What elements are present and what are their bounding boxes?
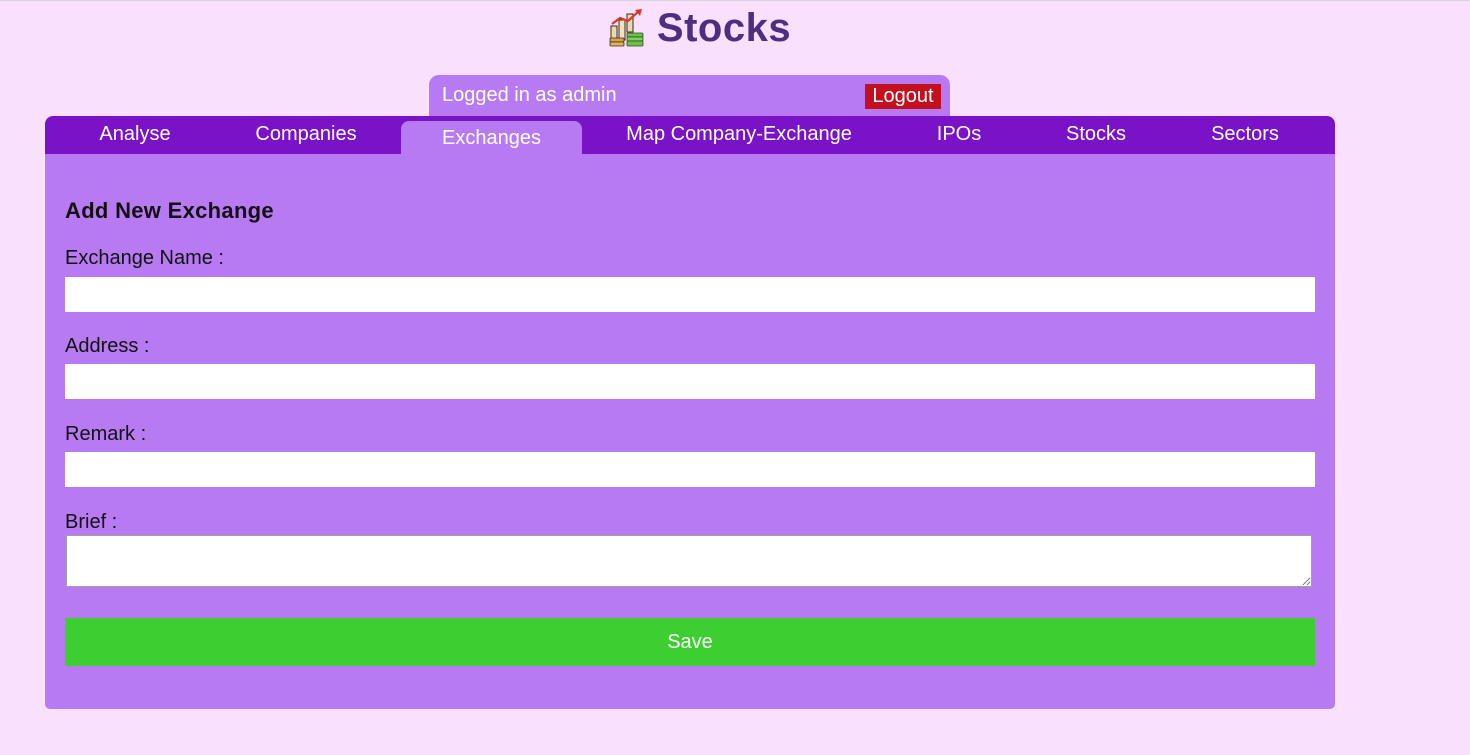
- brief-label: Brief :: [65, 511, 118, 533]
- exchange-name-input[interactable]: [65, 277, 1315, 312]
- form-title: Add New Exchange: [65, 198, 274, 223]
- login-bar: Logged in as admin Logout: [429, 75, 950, 119]
- main-nav-tabs: Analyse Companies Exchanges Map Company-…: [45, 116, 1335, 154]
- app-title: Stocks: [656, 5, 792, 50]
- tab-map-company-exchange[interactable]: Map Company-Exchange: [626, 123, 852, 146]
- brief-textarea[interactable]: [66, 535, 1312, 587]
- address-label: Address :: [65, 335, 150, 357]
- remark-label: Remark :: [65, 423, 147, 445]
- add-exchange-panel: Add New Exchange Exchange Name : Address…: [45, 154, 1335, 709]
- tab-ipos[interactable]: IPOs: [937, 123, 981, 146]
- save-button[interactable]: Save: [65, 618, 1315, 666]
- stock-market-icon: [609, 9, 644, 47]
- tab-sectors[interactable]: Sectors: [1211, 123, 1279, 146]
- tab-exchanges[interactable]: Exchanges: [401, 121, 582, 154]
- exchange-name-label: Exchange Name :: [65, 247, 224, 269]
- logout-button[interactable]: Logout: [865, 84, 941, 109]
- address-input[interactable]: [65, 364, 1315, 399]
- remark-input[interactable]: [65, 452, 1315, 487]
- tab-stocks[interactable]: Stocks: [1066, 123, 1126, 146]
- logged-in-user-text: Logged in as admin: [442, 84, 617, 106]
- tab-companies[interactable]: Companies: [255, 123, 356, 146]
- app-header: Stocks: [0, 3, 1400, 53]
- tab-analyse[interactable]: Analyse: [99, 123, 170, 146]
